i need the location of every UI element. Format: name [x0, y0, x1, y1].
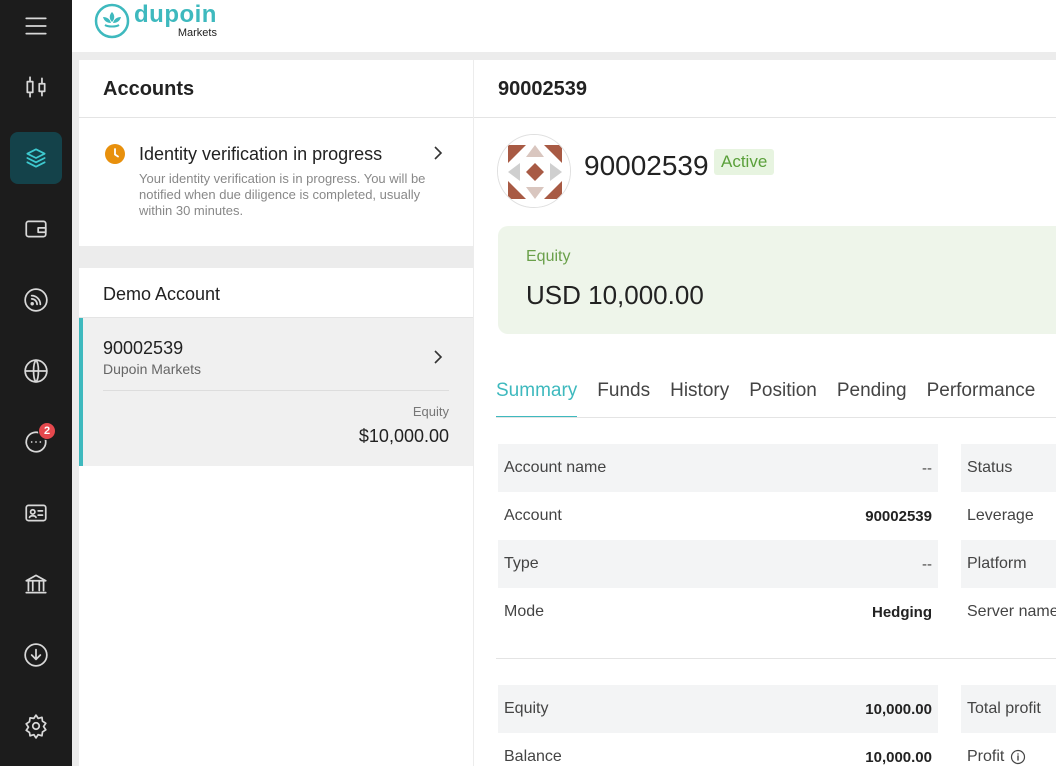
detail-tabs: Summary Funds History Position Pending P…: [496, 378, 1055, 418]
section-divider: [496, 658, 1056, 659]
sidebar-item-trading[interactable]: [10, 61, 62, 113]
fin-row-equity: Equity 10,000.00: [498, 685, 938, 733]
info-label: Server name: [967, 603, 1056, 620]
info-row-account: Account 90002539: [498, 492, 938, 540]
account-card-equity-label: Equity: [412, 404, 449, 419]
demo-account-heading: Demo Account: [79, 268, 473, 318]
sidebar-item-settings[interactable]: [10, 700, 62, 752]
fin-label: Profit: [967, 748, 1005, 765]
info-row-mode: Mode Hedging: [498, 588, 938, 636]
menu-icon: [25, 17, 47, 35]
fin-row-balance: Balance 10,000.00: [498, 733, 938, 766]
account-avatar: [497, 134, 571, 208]
card-divider: [103, 390, 449, 391]
info-label: Platform: [967, 555, 1027, 572]
info-label: Mode: [504, 603, 545, 620]
settings-icon: [25, 714, 47, 739]
notification-badge: 2: [38, 422, 56, 440]
sidebar-item-feed[interactable]: [10, 274, 62, 326]
top-bar: dupoin Markets: [72, 0, 1056, 52]
chevron-right-icon: [431, 146, 445, 160]
sidebar-item-markets[interactable]: [10, 345, 62, 397]
info-label: Type: [504, 555, 539, 572]
fin-label: Total profit: [967, 700, 1041, 717]
accounts-title: Accounts: [79, 60, 473, 118]
info-row-server-name: Server name: [961, 588, 1056, 636]
verification-title: Identity verification in progress: [139, 144, 383, 164]
sidebar-item-profile[interactable]: [10, 487, 62, 539]
info-value: --: [922, 459, 932, 477]
chevron-right-icon: [431, 350, 445, 364]
chart-candles-icon: [26, 76, 46, 98]
info-row-leverage: Leverage: [961, 492, 1056, 540]
status-badge: Active: [714, 149, 775, 175]
equity-label: Equity: [526, 248, 571, 265]
fin-label: Equity: [504, 700, 549, 717]
tab-pending[interactable]: Pending: [837, 378, 907, 418]
tabs-underline: [496, 417, 1056, 418]
tab-performance[interactable]: Performance: [927, 378, 1036, 418]
info-value: 90002539: [865, 507, 932, 525]
tab-history[interactable]: History: [670, 378, 729, 418]
sidebar-item-messages[interactable]: 2: [10, 416, 62, 468]
fin-value: 10,000.00: [865, 700, 932, 718]
brand-name: dupoin: [134, 1, 217, 28]
brand-logo[interactable]: dupoin Markets: [94, 3, 217, 39]
wallet-icon: [25, 220, 47, 238]
info-row-status: Status: [961, 444, 1056, 492]
accounts-layers-icon: [26, 148, 46, 168]
id-card-icon: [25, 504, 47, 522]
tab-position[interactable]: Position: [749, 378, 817, 418]
info-row-type: Type --: [498, 540, 938, 588]
pattern-avatar-icon: [498, 135, 570, 207]
accounts-panel: Accounts Identity verification in progre…: [79, 60, 473, 766]
info-label: Leverage: [967, 507, 1034, 524]
info-icon[interactable]: [1010, 749, 1026, 765]
info-label: Status: [967, 459, 1013, 476]
brand-subtitle: Markets: [177, 27, 217, 39]
sidebar-item-accounts[interactable]: [10, 132, 62, 184]
equity-card: Equity USD 10,000.00: [498, 226, 1056, 334]
account-card-broker: Dupoin Markets: [103, 361, 202, 377]
bank-icon: [25, 574, 47, 594]
clock-icon: [105, 144, 125, 164]
section-gap: [79, 246, 473, 268]
download-icon: [24, 643, 48, 667]
info-value: Hedging: [872, 603, 932, 621]
fin-row-profit: Profit: [961, 733, 1056, 766]
fin-row-total-profit: Total profit: [961, 685, 1056, 733]
sidebar-item-bank[interactable]: [10, 558, 62, 610]
sidebar: 2: [0, 0, 72, 766]
account-card-number: 90002539: [103, 338, 184, 358]
lotus-logo-icon: [94, 3, 130, 39]
info-label: Account: [504, 507, 562, 524]
info-value: --: [922, 555, 932, 573]
detail-account-number: 90002539: [584, 150, 709, 181]
info-row-account-name: Account name --: [498, 444, 938, 492]
account-detail-panel: 90002539 90002539 Active Equity USD 10,0…: [474, 60, 1056, 766]
info-row-platform: Platform: [961, 540, 1056, 588]
account-card[interactable]: 90002539 Dupoin Markets Equity $10,000.0…: [79, 318, 473, 466]
fin-label: Balance: [504, 748, 562, 765]
verification-banner[interactable]: Identity verification in progress Your i…: [79, 118, 473, 246]
fin-value: 10,000.00: [865, 748, 932, 766]
menu-button[interactable]: [10, 0, 62, 52]
verification-description: Your identity verification is in progres…: [139, 171, 426, 218]
detail-title: 90002539: [474, 60, 1056, 118]
equity-value: USD 10,000.00: [526, 280, 704, 310]
sidebar-item-wallet[interactable]: [10, 203, 62, 255]
account-card-equity-value: $10,000.00: [358, 426, 449, 446]
tab-summary[interactable]: Summary: [496, 378, 578, 418]
tab-funds[interactable]: Funds: [597, 378, 650, 418]
info-label: Account name: [504, 459, 607, 476]
globe-icon: [24, 359, 48, 383]
feed-icon: [24, 288, 48, 312]
sidebar-item-download[interactable]: [10, 629, 62, 681]
